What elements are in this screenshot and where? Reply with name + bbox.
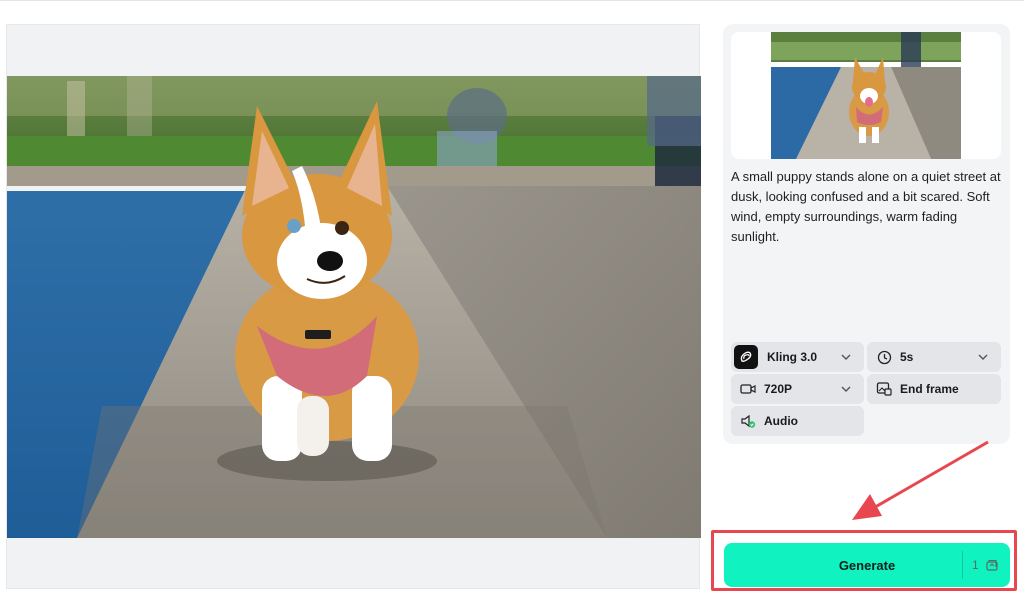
model-select[interactable]: Kling 3.0 (731, 342, 864, 372)
clock-icon (876, 349, 892, 365)
video-camera-icon (740, 381, 756, 397)
reference-image-box[interactable] (731, 32, 1001, 159)
generate-label: Generate (838, 557, 896, 573)
preview-panel (6, 24, 701, 589)
top-divider (0, 0, 1024, 1)
kling-logo-icon (734, 345, 758, 369)
image-frame-icon (876, 381, 892, 397)
coin-stack-icon (986, 559, 998, 571)
model-label: Kling 3.0 (767, 350, 818, 364)
end-frame-button[interactable]: End frame (867, 374, 1001, 404)
resolution-label: 720P (764, 382, 793, 396)
chevron-down-icon (841, 354, 851, 360)
generate-button[interactable]: Generate 1 (724, 543, 1010, 587)
preview-image (7, 76, 701, 538)
chevron-down-icon (841, 386, 851, 392)
reference-thumbnail (771, 32, 961, 159)
end-frame-label: End frame (900, 382, 959, 396)
speaker-icon (740, 413, 756, 429)
resolution-select[interactable]: 720P (731, 374, 864, 404)
audio-label: Audio (764, 414, 798, 428)
credits-count: 1 (972, 558, 979, 572)
duration-select[interactable]: 5s (867, 342, 1001, 372)
credits-indicator: 1 (972, 543, 999, 587)
chevron-down-icon (978, 354, 988, 360)
audio-toggle[interactable]: Audio (731, 406, 864, 436)
prompt-text[interactable]: A small puppy stands alone on a quiet st… (731, 167, 1003, 247)
settings-panel: A small puppy stands alone on a quiet st… (723, 24, 1010, 444)
generate-divider (962, 551, 963, 579)
annotation-arrow (852, 440, 989, 520)
duration-label: 5s (900, 350, 914, 364)
